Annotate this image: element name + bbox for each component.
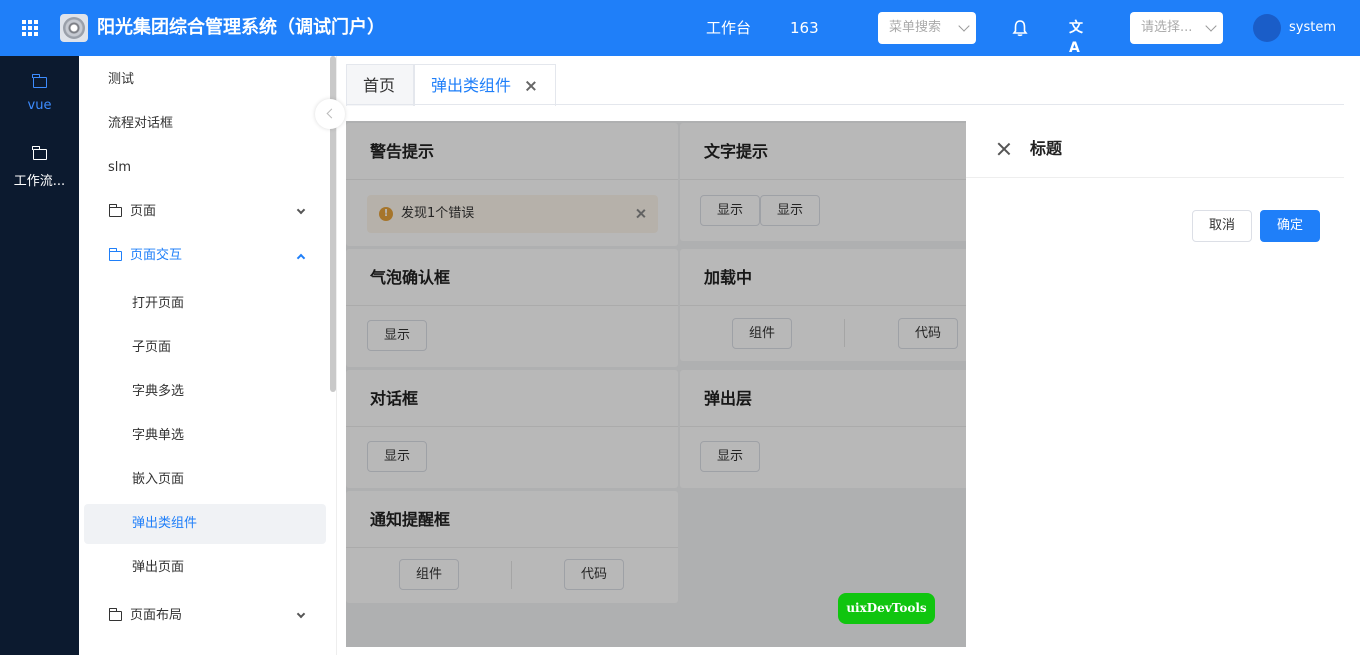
menu-search-select[interactable]: 菜单搜索 bbox=[878, 12, 976, 44]
app-title: 阳光集团综合管理系统（调试门户） bbox=[97, 17, 385, 38]
rail-item-workflow[interactable]: 工作流... bbox=[0, 146, 79, 189]
sidebar-item-label: 测试 bbox=[108, 72, 135, 87]
username[interactable]: system bbox=[1289, 19, 1336, 37]
sidebar-item-label: 字典多选 bbox=[132, 384, 185, 399]
rail-item-label: vue bbox=[27, 98, 52, 113]
sidebar-item-popup-components[interactable]: 弹出类组件 bbox=[84, 504, 326, 544]
devtools-button[interactable]: uixDevTools bbox=[838, 593, 935, 624]
top-header: 阳光集团综合管理系统（调试门户） 工作台 163 菜单搜索 文A 请选择... … bbox=[0, 0, 1360, 56]
main-content: 警告提示 ! 发现1个错误 文字提示 显示 显示 气泡确认框 显示 加载中 组件… bbox=[346, 121, 1344, 647]
sidebar-item-sub-page[interactable]: 子页面 bbox=[84, 328, 326, 368]
drawer-panel: 标题 取消 确定 bbox=[966, 121, 1344, 647]
sidebar-item-label: 流程对话框 bbox=[108, 116, 174, 131]
translate-icon[interactable]: 文A bbox=[1069, 18, 1089, 56]
folder-icon bbox=[32, 74, 47, 88]
folder-icon bbox=[108, 204, 122, 217]
sidebar-item-embed-page[interactable]: 嵌入页面 bbox=[84, 460, 326, 500]
workbench-link[interactable]: 工作台 bbox=[706, 18, 751, 38]
app-rail: vue 工作流... bbox=[0, 56, 79, 655]
cancel-button[interactable]: 取消 bbox=[1192, 210, 1252, 242]
rail-item-vue[interactable]: vue bbox=[0, 74, 79, 113]
close-icon[interactable] bbox=[996, 141, 1012, 157]
drawer-header: 标题 bbox=[966, 121, 1344, 178]
context-select[interactable]: 请选择... bbox=[1130, 12, 1223, 44]
sidebar-item-test[interactable]: 测试 bbox=[84, 60, 326, 100]
sidebar-item-label: 弹出页面 bbox=[132, 560, 185, 575]
folder-icon bbox=[32, 146, 47, 160]
context-select-placeholder: 请选择... bbox=[1141, 20, 1193, 35]
chevron-down-icon bbox=[1205, 20, 1217, 32]
sidebar-item-label: 打开页面 bbox=[132, 296, 185, 311]
sidebar-item-label: 弹出类组件 bbox=[132, 516, 198, 531]
sidebar-item-page[interactable]: 页面 bbox=[84, 192, 326, 232]
app-logo bbox=[60, 14, 88, 42]
sidebar-item-slm[interactable]: slm bbox=[84, 148, 326, 188]
close-icon[interactable] bbox=[525, 80, 537, 92]
rail-item-label: 工作流... bbox=[13, 174, 66, 189]
tab-home[interactable]: 首页 bbox=[346, 64, 414, 106]
avatar[interactable] bbox=[1253, 14, 1281, 42]
sidebar-menu: 测试 流程对话框 slm 页面 页面交互 打开页面 子页面 字典多选 字典单选 … bbox=[79, 56, 337, 655]
sidebar-item-label: 嵌入页面 bbox=[132, 472, 185, 487]
sidebar-item-page-layout[interactable]: 页面布局 bbox=[84, 596, 326, 636]
tab-popup-components[interactable]: 弹出类组件 bbox=[414, 64, 556, 106]
sidebar-item-popup-page[interactable]: 弹出页面 bbox=[84, 548, 326, 588]
sidebar-item-label: 子页面 bbox=[132, 340, 172, 355]
count-link[interactable]: 163 bbox=[790, 18, 819, 38]
sidebar-item-dict-single[interactable]: 字典单选 bbox=[84, 416, 326, 456]
drawer-title: 标题 bbox=[1030, 139, 1063, 158]
sidebar-item-flow-dialog[interactable]: 流程对话框 bbox=[84, 104, 326, 144]
tab-label: 首页 bbox=[363, 76, 396, 95]
chevron-up-icon bbox=[296, 253, 306, 263]
sidebar-item-page-interaction[interactable]: 页面交互 bbox=[84, 236, 326, 276]
sidebar-item-open-page[interactable]: 打开页面 bbox=[84, 284, 326, 324]
chevron-down-icon bbox=[296, 205, 306, 215]
tabs-divider bbox=[346, 104, 1344, 105]
sidebar-collapse-button[interactable] bbox=[315, 99, 345, 129]
tab-label: 弹出类组件 bbox=[431, 76, 512, 95]
drawer-mask[interactable] bbox=[346, 121, 966, 647]
sidebar-item-label: 字典单选 bbox=[132, 428, 185, 443]
bell-icon[interactable] bbox=[1012, 19, 1028, 37]
apps-grid-icon[interactable] bbox=[22, 20, 38, 36]
sidebar-item-dict-multi[interactable]: 字典多选 bbox=[84, 372, 326, 412]
folder-icon bbox=[108, 248, 122, 261]
menu-search-placeholder: 菜单搜索 bbox=[889, 20, 942, 35]
chevron-down-icon bbox=[958, 20, 970, 32]
folder-icon bbox=[108, 608, 122, 621]
sidebar-item-label: slm bbox=[108, 160, 132, 175]
chevron-down-icon bbox=[296, 609, 306, 619]
confirm-button[interactable]: 确定 bbox=[1260, 210, 1320, 242]
